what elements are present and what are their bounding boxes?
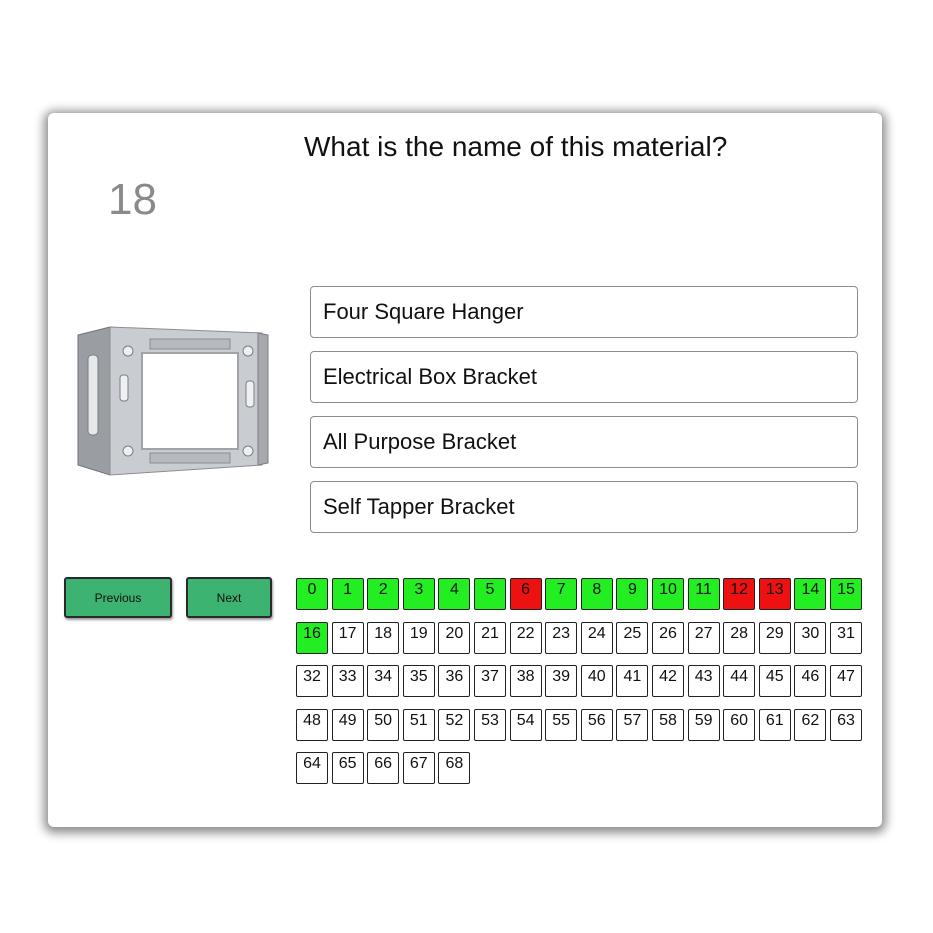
question-cell[interactable]: 5 [474, 578, 506, 610]
question-cell[interactable]: 46 [794, 665, 827, 697]
question-cell[interactable]: 16 [296, 621, 328, 654]
question-cell[interactable]: 41 [616, 665, 649, 697]
question-cell[interactable]: 8 [580, 578, 613, 610]
question-cell[interactable]: 64 [296, 752, 328, 784]
question-cell[interactable]: 60 [723, 708, 756, 741]
question-cell[interactable]: 29 [758, 621, 791, 654]
question-cell[interactable]: 22 [509, 621, 542, 654]
question-cell[interactable]: 27 [687, 621, 720, 654]
question-cell[interactable]: 23 [545, 621, 578, 654]
question-cell[interactable]: 21 [474, 621, 506, 654]
question-cell[interactable]: 28 [723, 621, 756, 654]
question-cell[interactable]: 24 [580, 621, 613, 654]
question-cell[interactable]: 20 [438, 621, 471, 654]
question-cell[interactable]: 13 [758, 578, 791, 610]
question-cell[interactable]: 11 [687, 578, 720, 610]
bracket-image [77, 326, 269, 476]
question-cell[interactable]: 47 [830, 665, 862, 697]
answer-option-2[interactable]: Electrical Box Bracket [310, 351, 858, 403]
question-cell[interactable]: 0 [296, 578, 328, 610]
question-cell[interactable]: 44 [723, 665, 756, 697]
question-cell[interactable]: 68 [438, 752, 471, 784]
material-image [70, 325, 270, 477]
question-cell[interactable]: 61 [758, 708, 791, 741]
question-cell[interactable]: 54 [509, 708, 542, 741]
answer-list: Four Square Hanger Electrical Box Bracke… [310, 286, 858, 546]
question-cell[interactable]: 42 [652, 665, 684, 697]
question-cell[interactable]: 67 [402, 752, 435, 784]
question-cell[interactable]: 52 [438, 708, 471, 741]
question-cell[interactable]: 6 [509, 578, 542, 610]
question-cell[interactable]: 43 [687, 665, 720, 697]
question-cell[interactable]: 48 [296, 708, 328, 741]
question-cell[interactable]: 51 [402, 708, 435, 741]
question-cell[interactable]: 66 [367, 752, 400, 784]
question-cell[interactable]: 7 [545, 578, 578, 610]
question-cell[interactable]: 1 [331, 578, 364, 610]
question-cell[interactable]: 40 [580, 665, 613, 697]
question-cell[interactable]: 65 [331, 752, 364, 784]
question-cell[interactable]: 33 [331, 665, 364, 697]
question-text: What is the name of this material? [304, 131, 728, 162]
question-cell[interactable]: 14 [794, 578, 827, 610]
question-cell[interactable]: 32 [296, 665, 328, 697]
question-cell[interactable]: 39 [545, 665, 578, 697]
question-cell[interactable]: 15 [830, 578, 862, 610]
question-cell[interactable]: 57 [616, 708, 649, 741]
question-cell[interactable]: 31 [830, 621, 862, 654]
answer-option-4[interactable]: Self Tapper Bracket [310, 481, 858, 533]
question-cell[interactable]: 45 [758, 665, 791, 697]
answer-option-1[interactable]: Four Square Hanger [310, 286, 858, 338]
question-cell[interactable]: 4 [438, 578, 471, 610]
question-cell[interactable]: 63 [830, 708, 862, 741]
question-cell[interactable]: 58 [652, 708, 684, 741]
question-cell[interactable]: 56 [580, 708, 613, 741]
question-cell[interactable]: 17 [331, 621, 364, 654]
question-cell[interactable]: 10 [652, 578, 684, 610]
question-cell[interactable]: 50 [367, 708, 400, 741]
quiz-card: What is the name of this material? 18 Fo… [48, 113, 882, 827]
question-cell[interactable]: 26 [652, 621, 684, 654]
question-cell[interactable]: 2 [367, 578, 400, 610]
question-cell[interactable]: 59 [687, 708, 720, 741]
question-cell[interactable]: 34 [367, 665, 400, 697]
question-number: 18 [108, 175, 157, 224]
question-cell[interactable]: 12 [723, 578, 756, 610]
previous-button[interactable]: Previous [64, 577, 172, 618]
next-button[interactable]: Next [186, 577, 272, 618]
question-cell[interactable]: 30 [794, 621, 827, 654]
question-cell[interactable]: 49 [331, 708, 364, 741]
question-cell[interactable]: 18 [367, 621, 400, 654]
question-cell[interactable]: 9 [616, 578, 649, 610]
question-cell[interactable]: 53 [474, 708, 506, 741]
question-cell[interactable]: 37 [474, 665, 506, 697]
question-cell[interactable]: 25 [616, 621, 649, 654]
question-cell[interactable]: 62 [794, 708, 827, 741]
question-cell[interactable]: 3 [402, 578, 435, 610]
question-cell[interactable]: 55 [545, 708, 578, 741]
question-cell[interactable]: 38 [509, 665, 542, 697]
answer-option-3[interactable]: All Purpose Bracket [310, 416, 858, 468]
question-cell[interactable]: 19 [402, 621, 435, 654]
question-cell[interactable]: 35 [402, 665, 435, 697]
question-cell[interactable]: 36 [438, 665, 471, 697]
